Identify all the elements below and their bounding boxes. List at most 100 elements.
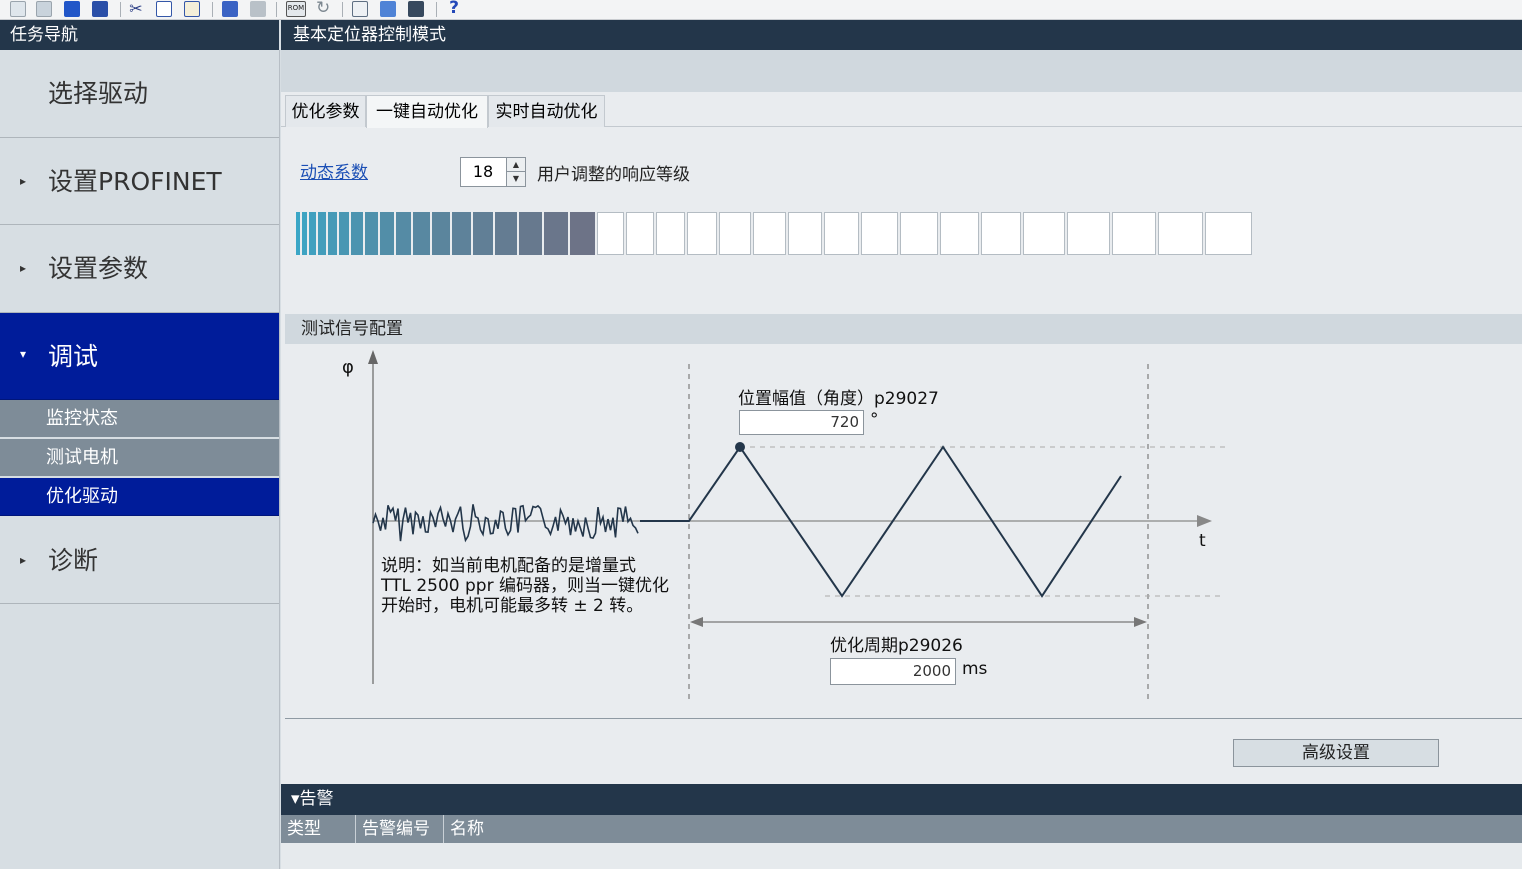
page-title: 基本定位器控制模式 [281,20,1522,50]
table-icon[interactable] [352,1,368,17]
amplitude-input[interactable]: 720 [739,410,864,435]
y-axis-label: φ [342,357,354,378]
level-cell [296,212,300,255]
alarm-table-body [281,843,1522,869]
level-cell [318,212,326,255]
tab-realtime-tuning[interactable]: 实时自动优化 [488,95,605,127]
level-cell [380,212,394,255]
nav-title: 任务导航 [0,20,279,50]
cut-icon[interactable]: ✂ [128,1,144,17]
nav-item-label: 设置参数 [48,254,149,283]
alarm-panel-header[interactable]: ▾告警 [281,784,1522,815]
chevron-right-icon: ▸ [20,261,27,275]
level-cell [861,212,898,255]
amplitude-label: 位置幅值（角度）p29027 [738,389,939,409]
period-arrow-left-icon [690,617,703,627]
level-cell [1112,212,1156,255]
level-cell [719,212,751,255]
level-cell [413,212,430,255]
level-cell [328,212,337,255]
test-signal-title: 测试信号配置 [285,314,1522,344]
alarm-col-type[interactable]: 类型 [281,815,356,843]
dynamic-factor-note: 用户调整的响应等级 [537,165,690,185]
print-icon[interactable] [92,1,108,17]
level-cell [309,212,316,255]
level-cell [396,212,411,255]
level-cell [570,212,595,255]
level-cell [302,212,307,255]
level-cell [351,212,363,255]
level-cell [1158,212,1203,255]
refresh-icon[interactable]: ↻ [316,0,332,17]
level-cell [597,212,624,255]
header-band [281,50,1522,92]
chevron-right-icon: ▸ [20,553,27,567]
nav-item-label: 设置PROFINET [48,167,222,196]
chevron-down-icon: ▾ [291,789,300,809]
tab-optimization-params[interactable]: 优化参数 [285,95,366,127]
rom-icon[interactable]: ROM [286,1,306,17]
nav-item-parameters[interactable]: ▸ 设置参数 [0,225,279,313]
level-cell [656,212,685,255]
period-unit: ms [962,659,988,679]
level-cell [452,212,471,255]
open-icon[interactable] [36,1,52,17]
note-line: TTL 2500 ppr 编码器，则当一键优化 [381,576,669,596]
amplitude-point-icon [735,442,745,452]
nav-item-label: 调试 [48,342,99,371]
nav-item-select-drive[interactable]: 选择驱动 [0,50,279,138]
alarm-col-name[interactable]: 名称 [444,815,1522,843]
nav-item-profinet[interactable]: ▸ 设置PROFINET [0,138,279,225]
level-cell [626,212,654,255]
alarm-title: 告警 [299,789,334,809]
dynamic-factor-spinner[interactable]: 18 ▲ ▼ [460,157,526,187]
toolbar-separator [276,2,277,17]
y-axis-arrow-icon [368,350,378,364]
paste-icon[interactable] [184,1,200,17]
advanced-settings-button[interactable]: 高级设置 [1233,739,1439,767]
tab-one-button-tuning[interactable]: 一键自动优化 [366,95,488,128]
nav-item-diagnostics[interactable]: ▸ 诊断 [0,517,279,604]
tuning-note: 说明：如当前电机配备的是增量式 TTL 2500 ppr 编码器，则当一键优化 … [381,556,669,616]
alarm-col-number[interactable]: 告警编号 [356,815,444,843]
connect-icon[interactable] [222,1,238,17]
device-icon[interactable] [408,1,424,17]
toolbar-separator [342,2,343,17]
response-level-bar [296,212,1254,256]
nav-subitem-test-motor[interactable]: 测试电机 [0,439,279,477]
level-cell [1067,212,1110,255]
help-icon[interactable]: ? [446,0,462,17]
dynamic-factor-value[interactable]: 18 [461,158,505,186]
level-cell [1205,212,1252,255]
toolbar-separator [212,2,213,17]
nav-subitem-optimize[interactable]: 优化驱动 [0,478,279,516]
dynamic-factor-link[interactable]: 动态系数 [300,158,368,183]
nav-item-label: 诊断 [48,546,99,575]
period-input[interactable]: 2000 [830,658,956,685]
new-icon[interactable] [10,1,26,17]
level-cell [753,212,786,255]
save-icon[interactable] [64,1,80,17]
spinner-buttons: ▲ ▼ [506,158,525,186]
amplitude-unit: ° [870,410,879,430]
level-cell [432,212,450,255]
nav-item-label: 选择驱动 [48,79,149,108]
toolbar-separator [120,2,121,17]
noise-signal-line [372,504,639,543]
spinner-up-icon[interactable]: ▲ [507,158,525,172]
toolbar: ✂ ROM ↻ ? [0,0,1522,20]
toolbar-separator [436,2,437,17]
level-cell [900,212,938,255]
level-cell [339,212,349,255]
chart-icon[interactable] [380,1,396,17]
nav-item-commissioning[interactable]: ▾ 调试 [0,313,279,400]
spinner-down-icon[interactable]: ▼ [507,172,525,186]
task-navigation: 选择驱动 ▸ 设置PROFINET ▸ 设置参数 ▾ 调试 监控状态 测试电机 … [0,50,280,869]
disconnect-icon[interactable] [250,1,266,17]
nav-subitem-monitor[interactable]: 监控状态 [0,400,279,438]
chevron-right-icon: ▸ [20,174,27,188]
level-cell [824,212,859,255]
chevron-down-icon: ▾ [20,347,27,361]
copy-icon[interactable] [156,1,172,17]
level-cell [788,212,822,255]
